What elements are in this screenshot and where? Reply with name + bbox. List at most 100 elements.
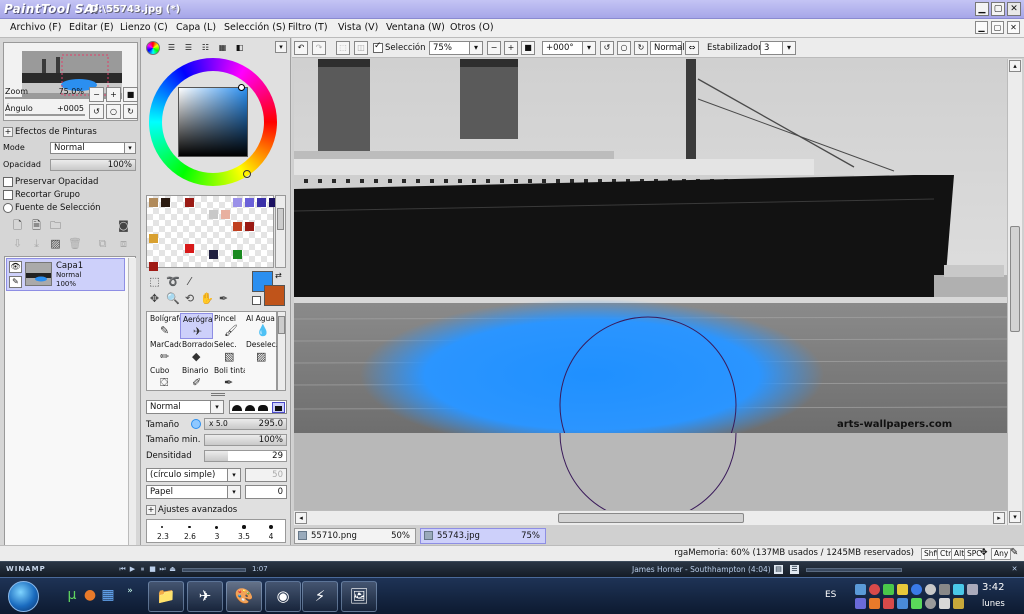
color-swatch[interactable] bbox=[245, 222, 254, 231]
brush-medium-icon[interactable] bbox=[245, 405, 255, 411]
tray-icon-volume[interactable] bbox=[967, 584, 978, 595]
tool-select[interactable]: Selec. ▧ bbox=[212, 339, 245, 365]
scroll-left-icon[interactable]: ◂ bbox=[295, 512, 307, 524]
flip-horizontal-icon[interactable]: ⇔ bbox=[685, 41, 699, 55]
eye-icon[interactable]: 👁 bbox=[9, 261, 22, 273]
color-swatch[interactable] bbox=[233, 222, 242, 231]
brush-preset-dot[interactable] bbox=[242, 525, 246, 529]
brush-preset-label[interactable]: 2.3 bbox=[151, 532, 175, 541]
brush-shape-value[interactable]: 50 bbox=[245, 468, 287, 482]
paste-layer-icon[interactable]: ⧈ bbox=[117, 237, 130, 251]
chevron-down-icon[interactable]: ▾ bbox=[210, 400, 224, 414]
winamp-seek-bar[interactable] bbox=[182, 568, 246, 572]
taskbar-app-chrome[interactable]: ◉ bbox=[265, 581, 301, 612]
desktop-icon[interactable]: ▦ bbox=[98, 584, 118, 606]
move-icon[interactable]: ✥ bbox=[148, 292, 161, 306]
color-picker-handle[interactable] bbox=[238, 84, 245, 91]
brush-preset-dot[interactable] bbox=[161, 526, 163, 528]
horizontal-scroll-thumb[interactable] bbox=[558, 513, 744, 523]
previous-icon[interactable]: ⏮ bbox=[118, 565, 127, 574]
tool-airbrush[interactable]: Aerógrafo✈ bbox=[180, 313, 213, 339]
color-swatch[interactable] bbox=[185, 244, 194, 253]
min-size-slider[interactable]: 100% bbox=[204, 434, 287, 446]
canvas-rotate-left-icon[interactable]: ↺ bbox=[600, 41, 614, 55]
language-indicator[interactable]: ES bbox=[825, 590, 836, 600]
hsv-slider-icon[interactable]: ☰ bbox=[181, 41, 196, 56]
vertical-scroll-thumb[interactable] bbox=[1010, 226, 1020, 332]
color-swatch[interactable] bbox=[149, 262, 158, 271]
tool-scroll-thumb[interactable] bbox=[278, 316, 285, 334]
brush-soft-icon[interactable] bbox=[258, 405, 268, 411]
rgb-slider-icon[interactable]: ☰ bbox=[164, 41, 179, 56]
tray-icon-alert[interactable] bbox=[883, 598, 894, 609]
scratchpad-icon[interactable]: ◧ bbox=[232, 41, 247, 56]
doc-tab-55710[interactable]: 55710.png 50% bbox=[294, 528, 416, 544]
brush-preset-dot[interactable] bbox=[269, 525, 273, 529]
transfer-down-icon[interactable]: ⇩ bbox=[11, 237, 24, 251]
intermediate-color-icon[interactable]: ☷ bbox=[198, 41, 213, 56]
saturation-value-square[interactable] bbox=[178, 87, 248, 157]
tool-marker[interactable]: MarCado ✏ bbox=[148, 339, 181, 365]
play-icon[interactable]: ▶ bbox=[128, 565, 137, 574]
new-layer-icon[interactable]: 🗋 bbox=[11, 219, 24, 233]
scroll-right-icon[interactable]: ▸ bbox=[993, 512, 1005, 524]
color-swatch[interactable] bbox=[257, 198, 266, 207]
expand-quicklaunch-icon[interactable]: » bbox=[120, 580, 140, 602]
color-swatch[interactable] bbox=[221, 210, 230, 219]
clock-time[interactable]: 3:42 bbox=[982, 582, 1004, 593]
color-wheel[interactable] bbox=[144, 57, 279, 191]
maximize-button[interactable]: ▢ bbox=[991, 2, 1005, 16]
menu-otros[interactable]: Otros (O) bbox=[450, 22, 494, 33]
layers-scrollbar[interactable] bbox=[128, 258, 136, 554]
doc-close-button[interactable]: ✕ bbox=[1007, 21, 1020, 34]
clip-group-checkbox[interactable] bbox=[3, 190, 13, 200]
tool-water[interactable]: Al Agua 💧 bbox=[244, 313, 277, 339]
rotate-tool-icon[interactable]: ⟲ bbox=[183, 292, 196, 306]
canvas-rotate-reset-icon[interactable]: ○ bbox=[617, 41, 631, 55]
tray-icon-antivirus[interactable] bbox=[869, 584, 880, 595]
eyedropper-icon[interactable]: ✒ bbox=[217, 292, 230, 306]
redo-icon[interactable]: ↷ bbox=[312, 41, 326, 55]
angle-slider[interactable] bbox=[5, 114, 85, 116]
canvas-zoom-out-icon[interactable]: − bbox=[487, 41, 501, 55]
canvas-zoom-in-icon[interactable]: + bbox=[504, 41, 518, 55]
advanced-expand-icon[interactable]: + bbox=[146, 505, 156, 515]
tool-eraser[interactable]: Borrador ◆ bbox=[180, 339, 213, 365]
tray-icon-usb[interactable] bbox=[939, 598, 950, 609]
winamp-close-icon[interactable]: ✕ bbox=[1010, 565, 1019, 574]
color-swatch[interactable] bbox=[245, 198, 254, 207]
color-swatch[interactable] bbox=[233, 198, 242, 207]
canvas-view-mode[interactable]: Normal bbox=[650, 41, 685, 55]
copy-layer-icon[interactable]: ⧉ bbox=[96, 237, 109, 251]
panel-menu-icon[interactable]: ▾ bbox=[275, 41, 287, 53]
brush-shape-select[interactable]: (círculo simple) bbox=[146, 468, 240, 482]
taskbar-app-messenger[interactable]: ✈ bbox=[187, 581, 223, 612]
tool-deselect[interactable]: Deselec. ▨ bbox=[244, 339, 277, 365]
menu-ventana[interactable]: Ventana (W) bbox=[386, 22, 445, 33]
marquee-select-icon[interactable]: ⬚ bbox=[148, 275, 161, 289]
zoom-in-button[interactable]: + bbox=[106, 87, 121, 102]
swatch-scrollbar[interactable] bbox=[275, 195, 286, 268]
winamp-volume-bar[interactable] bbox=[806, 568, 902, 572]
selection-source-radio[interactable] bbox=[3, 203, 13, 213]
canvas-zoom-reset-icon[interactable]: ■ bbox=[521, 41, 535, 55]
effects-expand-icon[interactable]: + bbox=[3, 127, 13, 137]
brush-flat-icon[interactable] bbox=[272, 402, 285, 413]
firefox-quick-icon[interactable]: ● bbox=[80, 584, 100, 606]
menu-capa[interactable]: Capa (L) bbox=[176, 22, 216, 33]
clear-layer-icon[interactable]: ▨ bbox=[49, 237, 62, 251]
tray-icon-update[interactable] bbox=[883, 584, 894, 595]
swatch-grid[interactable] bbox=[146, 195, 278, 271]
tray-icon-network[interactable] bbox=[855, 584, 866, 595]
color-swatch[interactable] bbox=[149, 234, 158, 243]
tray-icon-disk[interactable] bbox=[925, 598, 936, 609]
doc-restore-button[interactable]: ▢ bbox=[991, 21, 1004, 34]
brush-shape-presets[interactable] bbox=[229, 400, 287, 414]
secondary-color[interactable] bbox=[264, 285, 285, 306]
texture-value[interactable]: 0 bbox=[245, 485, 287, 499]
pause-icon[interactable]: ⏸ bbox=[138, 565, 147, 574]
canvas-background[interactable] bbox=[294, 433, 1007, 510]
brush-preset-label[interactable]: 3.5 bbox=[232, 532, 256, 541]
chevron-down-icon[interactable]: ▾ bbox=[227, 485, 241, 499]
tray-icon-messenger[interactable] bbox=[855, 598, 866, 609]
